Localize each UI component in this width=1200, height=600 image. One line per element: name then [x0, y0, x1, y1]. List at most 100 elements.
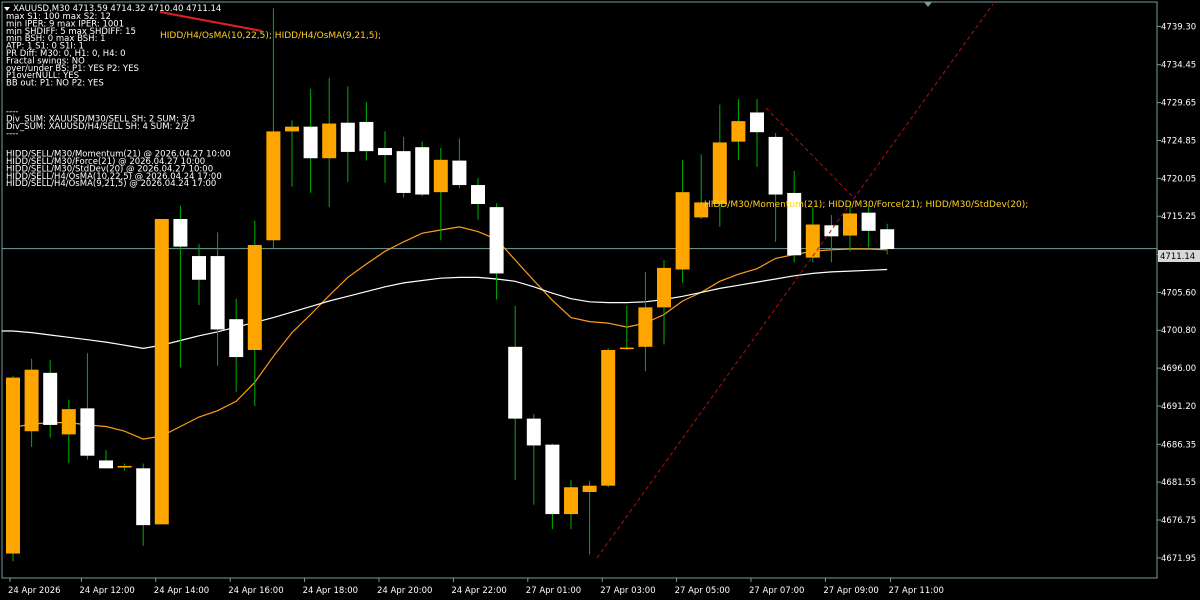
y-tick-label: 4681.55: [1161, 478, 1196, 488]
candle[interactable]: [99, 450, 113, 469]
price-chart[interactable]: 4739.30 4734.45 4729.65 4724.85 4720.05 4715.…: [0, 0, 1200, 600]
candle-body: [322, 123, 337, 159]
candle[interactable]: [508, 305, 523, 481]
candle[interactable]: [415, 141, 430, 197]
y-tick-label: 4724.85: [1161, 136, 1196, 146]
candle-body: [24, 369, 39, 432]
candle-body: [843, 213, 857, 236]
candle[interactable]: [564, 480, 578, 530]
candle-body: [117, 465, 132, 468]
candle[interactable]: [582, 480, 597, 555]
candle-body: [433, 159, 448, 193]
candle[interactable]: [229, 298, 244, 392]
y-tick-label: 4715.25: [1161, 212, 1196, 222]
candle-body: [61, 409, 76, 435]
candle[interactable]: [266, 8, 281, 249]
candle[interactable]: [396, 136, 411, 198]
candle[interactable]: [619, 305, 634, 350]
y-tick-label: 4691.20: [1161, 402, 1196, 412]
candle-body: [266, 131, 281, 241]
svg-text:4711.14: 4711.14: [1160, 252, 1195, 262]
ma-line-white: [2, 268, 888, 350]
candle[interactable]: [843, 204, 857, 252]
candle[interactable]: [750, 99, 764, 167]
candle-body: [489, 207, 504, 274]
candle-body: [6, 377, 20, 554]
candle[interactable]: [638, 271, 653, 372]
plot-area[interactable]: 4739.30 4734.45 4729.65 4724.85 4720.05 4715.…: [1, 1, 1196, 596]
candle[interactable]: [210, 232, 225, 366]
candle[interactable]: [601, 348, 616, 488]
candle[interactable]: [675, 159, 690, 283]
candle[interactable]: [340, 86, 355, 182]
candle[interactable]: [452, 138, 467, 189]
x-tick-label: 27 Apr 09:00: [823, 586, 878, 596]
candle-body: [285, 126, 299, 132]
candle[interactable]: [322, 77, 337, 208]
candle-body: [657, 267, 671, 308]
candle-body: [545, 444, 560, 515]
candle[interactable]: [173, 205, 188, 368]
candle[interactable]: [136, 463, 151, 546]
y-tick-label: 4705.60: [1161, 288, 1196, 298]
candle-body: [601, 349, 616, 486]
candle[interactable]: [303, 88, 318, 193]
candle-body: [396, 151, 411, 193]
candle[interactable]: [768, 132, 783, 242]
candle-body: [768, 136, 783, 195]
candle[interactable]: [526, 413, 541, 505]
candle[interactable]: [378, 131, 392, 183]
x-tick-label: 27 Apr 11:00: [889, 586, 944, 596]
candle[interactable]: [285, 120, 299, 187]
candle[interactable]: [247, 220, 262, 406]
chart-frame: [1, 1, 1158, 579]
candle[interactable]: [657, 260, 671, 345]
y-tick-label: 4720.05: [1161, 174, 1196, 184]
candle[interactable]: [433, 147, 448, 241]
scroll-marker-icon[interactable]: [924, 2, 932, 7]
candle[interactable]: [359, 102, 374, 161]
candle[interactable]: [824, 215, 839, 263]
candle[interactable]: [545, 443, 560, 530]
candle-body: [712, 142, 727, 204]
y-tick-label: 4686.35: [1161, 440, 1196, 450]
candle[interactable]: [861, 205, 876, 248]
candle-body: [731, 121, 746, 142]
candle[interactable]: [154, 218, 169, 525]
candle-body: [564, 487, 578, 515]
candle[interactable]: [787, 170, 802, 263]
candle[interactable]: [731, 99, 746, 160]
x-tick-label: 24 Apr 20:00: [377, 586, 432, 596]
candle-body: [471, 185, 485, 204]
x-tick-label: 27 Apr 01:00: [526, 586, 581, 596]
info-line: BB out: P1: NO P2: YES: [6, 79, 104, 89]
candle[interactable]: [805, 207, 820, 263]
y-tick-label: 4729.65: [1161, 99, 1196, 109]
y-tick-label: 4676.75: [1161, 516, 1196, 526]
trend-line-dashed: [596, 3, 994, 559]
candle[interactable]: [117, 463, 132, 471]
x-tick-label: 27 Apr 03:00: [600, 586, 655, 596]
candle[interactable]: [489, 203, 504, 300]
candle[interactable]: [24, 358, 39, 448]
candle[interactable]: [61, 399, 76, 463]
candle[interactable]: [43, 360, 58, 438]
current-price-box: 4711.14: [1158, 250, 1200, 262]
h4-divergence-annotation: HIDD/H4/OsMA(10,22,5); HIDD/H4/OsMA(9,21…: [160, 31, 381, 41]
candle-body: [340, 122, 355, 152]
y-tick-label: 4696.00: [1161, 364, 1196, 374]
candle[interactable]: [6, 376, 20, 562]
candle-body: [861, 212, 876, 231]
candle-body: [43, 372, 58, 425]
chart-menu-arrow-icon[interactable]: [4, 7, 10, 11]
candle[interactable]: [80, 353, 95, 460]
candle-body: [880, 229, 895, 249]
candle[interactable]: [471, 177, 485, 220]
x-tick-label: 27 Apr 07:00: [749, 586, 804, 596]
candle-body: [508, 346, 523, 419]
candle-body: [359, 121, 374, 152]
candle-body: [99, 460, 113, 469]
ma-line-orange: [12, 226, 888, 440]
candle[interactable]: [192, 244, 206, 305]
y-tick-label: 4671.95: [1161, 554, 1196, 564]
